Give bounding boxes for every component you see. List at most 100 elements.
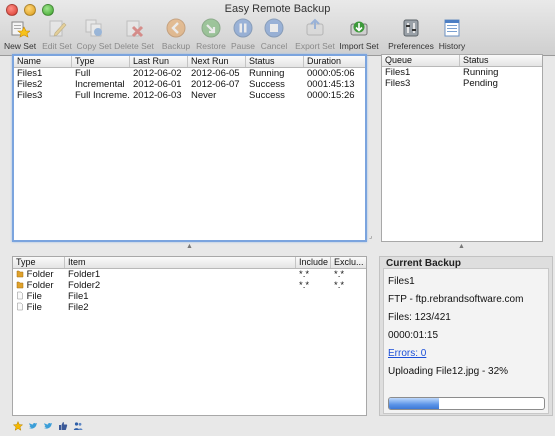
cell-queue: Files3 [385, 78, 411, 89]
item-type-label: File [26, 302, 42, 313]
cell-status: Success [249, 90, 285, 101]
preferences-button[interactable]: Preferences [388, 17, 434, 55]
cell-include: *.* [299, 280, 310, 291]
resize-handle-sets[interactable]: ⌟ [369, 232, 372, 240]
cell-item: File2 [68, 302, 89, 313]
thumbs-up-icon[interactable] [58, 421, 68, 431]
cell-last-run: 2012-06-01 [133, 79, 182, 90]
cell-duration: 0000:05:06 [307, 68, 355, 79]
sets-table-header: Name Type Last Run Next Run Status Durat… [14, 56, 365, 68]
item-type-label: Folder [26, 280, 54, 291]
backup-icon [166, 18, 186, 38]
current-server: FTP - ftp.rebrandsoftware.com [388, 294, 524, 305]
errors-link[interactable]: Errors: 0 [388, 348, 426, 359]
table-row[interactable]: Files1 Running [382, 67, 542, 78]
backup-progress-fill [389, 398, 439, 409]
col-type-header[interactable]: Type [72, 56, 130, 67]
table-row[interactable]: Folder Folder2 *.* *.* [13, 280, 366, 291]
file-icon [17, 291, 23, 300]
cell-last-run: 2012-06-03 [133, 90, 182, 101]
window-title: Easy Remote Backup [224, 3, 331, 15]
col-queue-header[interactable]: Queue [382, 55, 460, 66]
delete-set-button[interactable]: Delete Set [114, 17, 154, 55]
cell-type: Full [75, 68, 91, 79]
cell-include [296, 302, 331, 313]
cell-include [296, 291, 331, 302]
col-include-header[interactable]: Include [296, 257, 331, 268]
people-icon[interactable] [73, 421, 83, 431]
cell-exclude [331, 291, 366, 302]
item-type-label: Folder [26, 269, 54, 280]
table-row[interactable]: Files3 Full Increme... 2012-06-03 Never … [14, 90, 365, 101]
col-queue-status-header[interactable]: Status [460, 55, 542, 66]
cell-next-run: 2012-06-07 [191, 79, 240, 90]
split-handle-right[interactable]: ▲ [458, 243, 465, 250]
table-row[interactable]: File File2 [13, 302, 366, 313]
cell-duration: 0000:15:26 [307, 90, 355, 101]
cell-item-type: Folder [13, 280, 65, 291]
cell-item: Folder2 [68, 280, 101, 291]
current-set-name: Files1 [388, 276, 415, 287]
col-item-type-header[interactable]: Type [13, 257, 65, 268]
import-set-icon [350, 21, 368, 36]
queue-table[interactable]: Queue Status Files1 Running Files3 Pendi… [381, 54, 543, 242]
col-exclude-header[interactable]: Exclu... [331, 257, 366, 268]
col-next-run-header[interactable]: Next Run [188, 56, 246, 67]
item-type-label: File [26, 291, 42, 302]
cell-item-type: File [13, 291, 65, 302]
folder-icon [16, 281, 24, 289]
backup-sets-table[interactable]: Name Type Last Run Next Run Status Durat… [12, 54, 367, 242]
cell-type: Full Increme... [75, 90, 130, 101]
backup-items-table[interactable]: Type Item Include Exclu... Folder Folder… [12, 256, 367, 416]
cell-item: Folder1 [68, 269, 101, 280]
copy-set-icon [85, 19, 102, 37]
history-button[interactable]: History [438, 17, 466, 55]
table-row[interactable]: Files3 Pending [382, 78, 542, 89]
cell-last-run: 2012-06-02 [133, 68, 182, 79]
cell-item-type: Folder [13, 269, 65, 280]
queue-table-header: Queue Status [382, 55, 542, 67]
current-elapsed-time: 0000:01:15 [388, 330, 439, 341]
delete-set-icon [126, 20, 144, 38]
current-backup-panel: Current Backup Files1 FTP - ftp.rebrands… [379, 256, 553, 416]
import-set-button[interactable]: Import Set [339, 17, 379, 55]
split-handle-left[interactable]: ▲ [186, 243, 193, 250]
new-set-icon [11, 21, 30, 38]
backup-progress-bar [388, 397, 545, 410]
col-last-run-header[interactable]: Last Run [130, 56, 188, 67]
app-window: Easy Remote Backup New Set Edit Set Copy… [0, 0, 555, 436]
twitter-icon[interactable] [28, 421, 38, 431]
cell-status: Success [249, 79, 285, 90]
current-backup-card: Files1 FTP - ftp.rebrandsoftware.com Fil… [383, 268, 549, 414]
table-row[interactable]: Files1 Full 2012-06-02 2012-06-05 Runnin… [14, 68, 365, 79]
toolbar: New Set Edit Set Copy Set Delete Set Bac… [0, 17, 555, 55]
cell-name: Files3 [17, 90, 43, 101]
pause-icon [233, 18, 253, 38]
history-icon [444, 19, 460, 37]
restore-icon [201, 18, 221, 38]
col-duration-header[interactable]: Duration [304, 56, 365, 67]
star-icon[interactable] [13, 421, 23, 431]
cell-exclude: *.* [334, 269, 345, 280]
cell-status: Running [249, 68, 285, 79]
import-set-label: Import Set [339, 41, 379, 51]
cell-next-run: Never [191, 90, 217, 101]
col-name-header[interactable]: Name [14, 56, 72, 67]
table-row[interactable]: Folder Folder1 *.* *.* [13, 269, 366, 280]
cell-type: Incremental [75, 79, 125, 90]
table-row[interactable]: File File1 [13, 291, 366, 302]
table-row[interactable]: Files2 Incremental 2012-06-01 2012-06-07… [14, 79, 365, 90]
cancel-button[interactable]: Cancel [260, 17, 288, 55]
cell-duration: 0001:45:13 [307, 79, 355, 90]
title-bar: Easy Remote Backup New Set Edit Set Copy… [0, 0, 555, 56]
history-label: History [438, 41, 466, 51]
col-item-header[interactable]: Item [65, 257, 296, 268]
preferences-icon [403, 19, 419, 37]
cell-next-run: 2012-06-05 [191, 68, 240, 79]
cancel-icon [264, 18, 284, 38]
current-status-text: Uploading File12.jpg - 32% [388, 366, 509, 377]
export-set-button[interactable]: Export Set [295, 17, 335, 55]
twitter-icon[interactable] [43, 421, 53, 431]
items-table-header: Type Item Include Exclu... [13, 257, 366, 269]
col-status-header[interactable]: Status [246, 56, 304, 67]
